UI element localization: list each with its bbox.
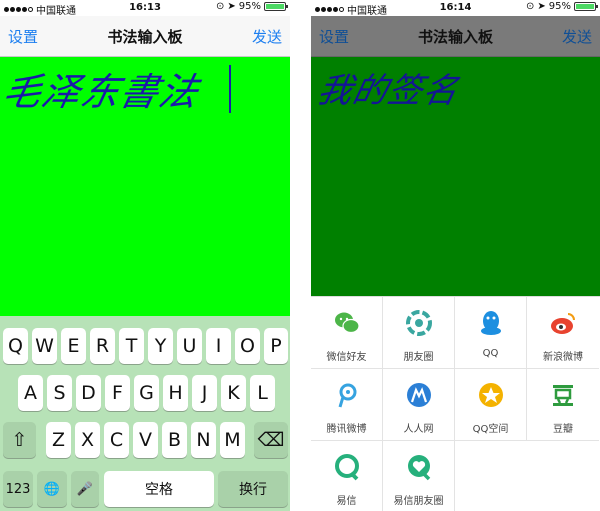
return-key[interactable]: 换行 <box>218 471 288 507</box>
key-y[interactable]: Y <box>148 328 173 364</box>
key-r[interactable]: R <box>90 328 115 364</box>
handwritten-text: 我的签名 <box>314 71 463 111</box>
key-o[interactable]: O <box>235 328 260 364</box>
share-sheet: 微信好友 朋友圈 QQ 新浪微博 腾讯微博 人人网 QQ空间 豆瓣 易信 易信朋… <box>311 296 600 511</box>
status-bar: 中国联通 16:14 ⊙ ➤ 95% <box>311 0 600 17</box>
key-l[interactable]: L <box>250 375 275 411</box>
nav-bar: 设置 书法输入板 发送 <box>311 16 600 57</box>
calligraphy-canvas[interactable]: 毛泽东書法 <box>0 57 290 316</box>
key-g[interactable]: G <box>134 375 159 411</box>
key-z[interactable]: Z <box>46 422 71 458</box>
key-i[interactable]: I <box>206 328 231 364</box>
key-q[interactable]: Q <box>3 328 28 364</box>
send-button[interactable]: 发送 <box>252 26 282 47</box>
key-s[interactable]: S <box>47 375 72 411</box>
key-k[interactable]: K <box>221 375 246 411</box>
key-a[interactable]: A <box>18 375 43 411</box>
shift-key[interactable]: ⇧ <box>3 422 36 458</box>
key-w[interactable]: W <box>32 328 57 364</box>
battery-icon <box>574 2 598 11</box>
key-b[interactable]: B <box>162 422 187 458</box>
share-yixin-moments[interactable]: 易信朋友圈 <box>383 441 455 511</box>
renren-icon <box>405 381 433 409</box>
key-m[interactable]: M <box>220 422 245 458</box>
rotation-lock-icon: ⊙ <box>215 1 225 12</box>
weibo-icon <box>549 309 577 337</box>
share-moments[interactable]: 朋友圈 <box>383 297 455 369</box>
key-f[interactable]: F <box>105 375 130 411</box>
keyboard: Q W E R T Y U I O P A S D F G H J K L ⇧ … <box>0 316 290 511</box>
calligraphy-canvas[interactable]: 我的签名 <box>311 57 600 296</box>
battery-percent: 95% <box>238 1 261 12</box>
qzone-icon <box>477 381 505 409</box>
location-icon: ➤ <box>227 1 236 12</box>
globe-key[interactable]: 🌐 <box>37 471 67 507</box>
left-screen: 中国联通 16:13 ⊙ ➤ 95% 设置 书法输入板 发送 毛泽东書法 Q W… <box>0 0 290 511</box>
page-title: 书法输入板 <box>107 28 183 46</box>
key-j[interactable]: J <box>192 375 217 411</box>
yixin-moments-icon <box>405 453 433 481</box>
space-key[interactable]: 空格 <box>104 471 214 507</box>
send-button[interactable]: 发送 <box>562 26 592 47</box>
battery-icon <box>264 2 288 11</box>
qq-icon <box>477 309 505 337</box>
yixin-icon <box>333 453 361 481</box>
key-u[interactable]: U <box>177 328 202 364</box>
key-x[interactable]: X <box>75 422 100 458</box>
share-tencent-weibo[interactable]: 腾讯微博 <box>311 369 383 441</box>
key-e[interactable]: E <box>61 328 86 364</box>
microphone-key[interactable]: 🎤 <box>71 471 99 507</box>
key-c[interactable]: C <box>104 422 129 458</box>
douban-icon <box>549 381 577 409</box>
wechat-icon <box>333 309 361 337</box>
right-screen: 中国联通 16:14 ⊙ ➤ 95% 设置 书法输入板 发送 我的签名 微信好友… <box>311 0 600 511</box>
key-h[interactable]: H <box>163 375 188 411</box>
moments-icon <box>405 309 433 337</box>
rotation-lock-icon: ⊙ <box>525 1 535 12</box>
share-renren[interactable]: 人人网 <box>383 369 455 441</box>
page-title: 书法输入板 <box>417 28 493 46</box>
share-qzone[interactable]: QQ空间 <box>455 369 527 441</box>
share-wechat-friend[interactable]: 微信好友 <box>311 297 383 369</box>
location-icon: ➤ <box>537 1 546 12</box>
key-d[interactable]: D <box>76 375 101 411</box>
share-sina-weibo[interactable]: 新浪微博 <box>527 297 599 369</box>
share-douban[interactable]: 豆瓣 <box>527 369 599 441</box>
text-cursor <box>229 65 231 113</box>
numbers-key[interactable]: 123 <box>3 471 33 507</box>
tencent-weibo-icon <box>333 381 361 409</box>
delete-key[interactable]: ⌫ <box>254 422 288 458</box>
nav-bar: 设置 书法输入板 发送 <box>0 16 290 57</box>
status-bar: 中国联通 16:13 ⊙ ➤ 95% <box>0 0 290 17</box>
key-t[interactable]: T <box>119 328 144 364</box>
key-p[interactable]: P <box>264 328 288 364</box>
key-n[interactable]: N <box>191 422 216 458</box>
key-v[interactable]: V <box>133 422 158 458</box>
share-yixin[interactable]: 易信 <box>311 441 383 511</box>
battery-percent: 95% <box>548 1 571 12</box>
share-qq[interactable]: QQ <box>455 297 527 369</box>
handwritten-text: 毛泽东書法 <box>0 70 203 114</box>
